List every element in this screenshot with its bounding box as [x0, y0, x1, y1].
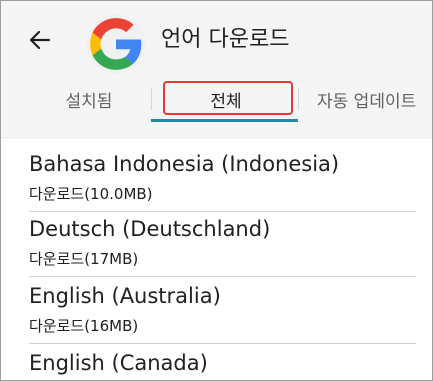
page-title: 언어 다운로드 [161, 27, 290, 52]
google-g-logo [86, 14, 146, 74]
language-name: English (Australia) [29, 284, 221, 308]
app-bar: 언어 다운로드 설치됨 전체 자동 업데이트 [1, 1, 432, 139]
language-name: English (Canada) [29, 351, 208, 375]
tab-installed[interactable]: 설치됨 [41, 79, 137, 119]
download-status: 다운로드(17MB) [29, 250, 139, 268]
tab-auto-update[interactable]: 자동 업데이트 [303, 79, 432, 119]
list-item[interactable]: English (Canada) [1, 348, 432, 380]
divider [29, 343, 416, 344]
language-name: Deutsch (Deutschland) [29, 217, 271, 241]
list-item[interactable]: Bahasa Indonesia (Indonesia) 다운로드(10.0MB… [1, 149, 432, 213]
tab-all[interactable]: 전체 [159, 79, 293, 119]
download-status: 다운로드(10.0MB) [29, 185, 153, 203]
tab-divider [298, 88, 299, 110]
divider [29, 211, 416, 212]
list-item[interactable]: Deutsch (Deutschland) 다운로드(17MB) [1, 214, 432, 278]
tab-bar: 설치됨 전체 자동 업데이트 [1, 79, 432, 125]
active-tab-indicator [151, 119, 298, 122]
back-button[interactable] [23, 23, 57, 57]
header-shadow [1, 137, 432, 139]
language-name: Bahasa Indonesia (Indonesia) [29, 152, 340, 176]
list-item[interactable]: English (Australia) 다운로드(16MB) [1, 281, 432, 345]
tab-divider [151, 88, 152, 110]
divider [29, 276, 416, 277]
download-status: 다운로드(16MB) [29, 317, 139, 335]
screen: 언어 다운로드 설치됨 전체 자동 업데이트 Bahasa Indonesia … [0, 0, 433, 381]
arrow-left-icon [29, 30, 51, 50]
